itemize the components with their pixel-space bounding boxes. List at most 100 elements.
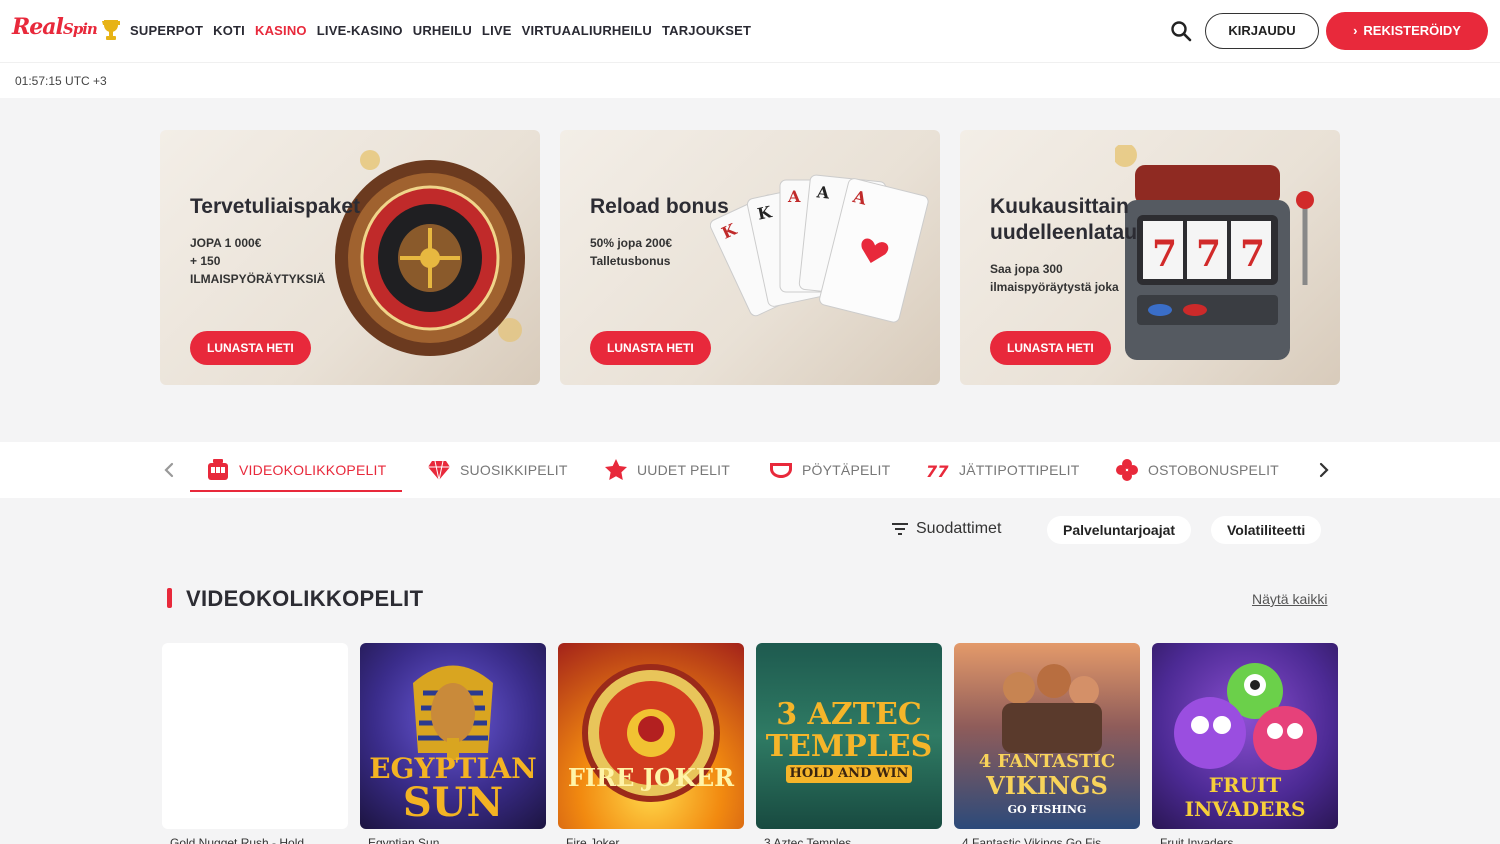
game-tile-egyptian-sun[interactable]: EGYPTIAN SUN xyxy=(360,643,546,829)
game-art-line: GO FISHING xyxy=(1007,803,1087,816)
promo-line: ILMAISPYÖRÄYTYKSIÄ xyxy=(190,272,326,286)
tab-uudet-pelit[interactable]: UUDET PELIT xyxy=(604,442,730,498)
promo-description: Saa jopa 300 ilmaispyöräytystä joka xyxy=(990,260,1190,296)
clock-text: 01:57:15 UTC +3 xyxy=(15,74,107,88)
nav-virtuaaliurheilu[interactable]: VIRTUAALIURHEILU xyxy=(522,23,652,38)
logo-text-sub: Spin xyxy=(62,20,98,38)
top-header: RealSpin SUPERPOT KOTI KASINO LIVE-KASIN… xyxy=(0,0,1500,62)
game-art-line: HOLD AND WIN xyxy=(786,765,912,783)
main-nav: SUPERPOT KOTI KASINO LIVE-KASINO URHEILU… xyxy=(130,23,751,38)
tab-label: SUOSIKKIPELIT xyxy=(460,462,568,478)
search-icon[interactable] xyxy=(1170,20,1192,42)
providers-filter-chip[interactable]: Palveluntarjoajat xyxy=(1047,516,1192,544)
tab-ostobonuspelit[interactable]: OSTOBONUSPELIT xyxy=(1115,442,1279,498)
promo-card-welcome[interactable]: Tervetuliaispaket JOPA 1 000€ + 150 ILMA… xyxy=(160,130,540,385)
chevron-right-icon[interactable] xyxy=(1314,460,1334,480)
claim-button[interactable]: LUNASTA HETI xyxy=(190,331,311,365)
login-button[interactable]: KIRJAUDU xyxy=(1205,13,1319,49)
nav-kasino[interactable]: KASINO xyxy=(255,23,307,38)
jackpot-777-icon: 777 xyxy=(926,462,950,481)
volatility-filter-chip[interactable]: Volatiliteetti xyxy=(1211,516,1322,544)
promo-line: JOPA 1 000€ xyxy=(190,236,262,250)
game-tile-fire-joker[interactable]: FIRE JOKER xyxy=(558,643,744,829)
tab-label: JÄTTIPOTTIPELIT xyxy=(959,462,1080,478)
promo-description: 50% jopa 200€ Talletusbonus xyxy=(590,234,790,270)
filters-button[interactable]: Suodattimet xyxy=(892,520,1001,538)
game-name[interactable]: 4 Fantastic Vikings Go Fis xyxy=(962,836,1142,844)
tab-poytapelit[interactable]: PÖYTÄPELIT xyxy=(769,442,890,498)
reel-symbol: 7 xyxy=(1240,233,1265,275)
promo-line: Talletusbonus xyxy=(590,254,671,268)
time-bar: 01:57:15 UTC +3 xyxy=(0,62,1500,98)
nav-superpot[interactable]: SUPERPOT xyxy=(130,23,203,38)
game-art-title: EGYPTIAN SUN xyxy=(360,755,546,823)
realspin-logo[interactable]: RealSpin xyxy=(12,14,98,40)
game-art-line: TEMPLES xyxy=(765,729,933,764)
game-art-title: 3 AZTEC TEMPLES HOLD AND WIN xyxy=(756,699,942,785)
nav-live[interactable]: LIVE xyxy=(482,23,512,38)
game-tile-3-aztec-temples[interactable]: 3 AZTEC TEMPLES HOLD AND WIN xyxy=(756,643,942,829)
game-tile-gold-nugget-rush[interactable] xyxy=(162,643,348,829)
nav-tarjoukset[interactable]: TARJOUKSET xyxy=(662,23,751,38)
tab-label: OSTOBONUSPELIT xyxy=(1148,462,1279,478)
promo-card-monthly[interactable]: 7 7 7 Kuukausittain uudelleenlatau Saa jo… xyxy=(960,130,1340,385)
promo-line: Saa jopa 300 xyxy=(990,262,1063,276)
tab-label: UUDET PELIT xyxy=(637,462,730,478)
section-accent-bar xyxy=(167,588,172,608)
star-icon xyxy=(605,459,627,480)
promo-line: ilmaispyöräytystä joka xyxy=(990,280,1119,294)
tab-label: PÖYTÄPELIT xyxy=(802,462,891,478)
game-art-title: FRUIT INVADERS xyxy=(1184,773,1306,821)
view-all-link[interactable]: Näytä kaikki xyxy=(1252,591,1327,607)
tab-label: VIDEOKOLIKKOPELIT xyxy=(239,462,387,478)
claim-button[interactable]: LUNASTA HETI xyxy=(590,331,711,365)
game-art-line: 3 AZTEC xyxy=(776,697,922,732)
slot-machine-icon xyxy=(208,459,228,480)
pharaoh-image xyxy=(413,665,493,760)
promo-line: 50% jopa 200€ xyxy=(590,236,673,250)
chevron-left-icon[interactable] xyxy=(159,460,179,480)
promo-line: + 150 xyxy=(190,254,221,268)
nav-koti[interactable]: KOTI xyxy=(213,23,245,38)
clover-icon xyxy=(1116,459,1138,481)
game-name[interactable]: 3 Aztec Temples xyxy=(764,836,944,844)
category-tabs: VIDEOKOLIKKOPELIT SUOSIKKIPELIT UUDET PE… xyxy=(0,442,1500,498)
tab-videokolikkopelit[interactable]: VIDEOKOLIKKOPELIT xyxy=(190,442,403,498)
filter-icon xyxy=(892,523,908,535)
game-art-title: 4 FANTASTIC VIKINGS GO FISHING xyxy=(954,751,1140,821)
promo-description: JOPA 1 000€ + 150 ILMAISPYÖRÄYTYKSIÄ xyxy=(190,234,390,288)
nav-live-kasino[interactable]: LIVE-KASINO xyxy=(317,23,403,38)
game-art-line: VIKINGS xyxy=(986,771,1108,800)
register-label: REKISTERÖIDY xyxy=(1363,23,1461,38)
game-name[interactable]: Gold Nugget Rush - Hold xyxy=(170,836,350,844)
claim-button[interactable]: LUNASTA HETI xyxy=(990,331,1111,365)
tab-jattipottipelit[interactable]: 777 JÄTTIPOTTIPELIT xyxy=(926,442,1079,498)
promo-title: Tervetuliaispaket xyxy=(190,195,361,218)
logo-text-main: Real xyxy=(12,14,64,40)
nav-urheilu[interactable]: URHEILU xyxy=(413,23,472,38)
game-art-title: FIRE JOKER xyxy=(567,763,735,792)
svg-text:777: 777 xyxy=(926,462,950,481)
promo-title: Reload bonus xyxy=(590,195,729,218)
filters-label: Suodattimet xyxy=(916,520,1002,537)
game-name[interactable]: Fruit Invaders xyxy=(1160,836,1340,844)
diamond-icon xyxy=(428,460,450,481)
game-art-line: SUN xyxy=(402,779,504,826)
game-tile-fruit-invaders[interactable]: FRUIT INVADERS xyxy=(1152,643,1338,829)
section-title: VIDEOKOLIKKOPELIT xyxy=(186,586,424,611)
promo-title: Kuukausittain uudelleenlatau xyxy=(990,194,1220,246)
trophy-icon[interactable] xyxy=(101,18,121,42)
vikings-image xyxy=(1002,664,1102,753)
promo-card-reload[interactable]: K K A A A Reload bonus 50% jopa 200€ Tal… xyxy=(560,130,940,385)
promo-title-line: uudelleenlatau xyxy=(990,221,1138,244)
chevron-right-icon: › xyxy=(1353,23,1358,38)
game-tile-4-fantastic-vikings[interactable]: 4 FANTASTIC VIKINGS GO FISHING xyxy=(954,643,1140,829)
game-name[interactable]: Fire Joker xyxy=(566,836,746,844)
register-button[interactable]: › REKISTERÖIDY xyxy=(1326,12,1488,50)
tab-suosikkipelit[interactable]: SUOSIKKIPELIT xyxy=(427,442,568,498)
promo-title-line: Kuukausittain xyxy=(990,195,1129,218)
table-game-icon xyxy=(770,463,792,478)
game-art-line: 4 FANTASTIC xyxy=(978,751,1116,772)
game-name[interactable]: Egyptian Sun xyxy=(368,836,548,844)
monsters-image xyxy=(1174,663,1317,770)
